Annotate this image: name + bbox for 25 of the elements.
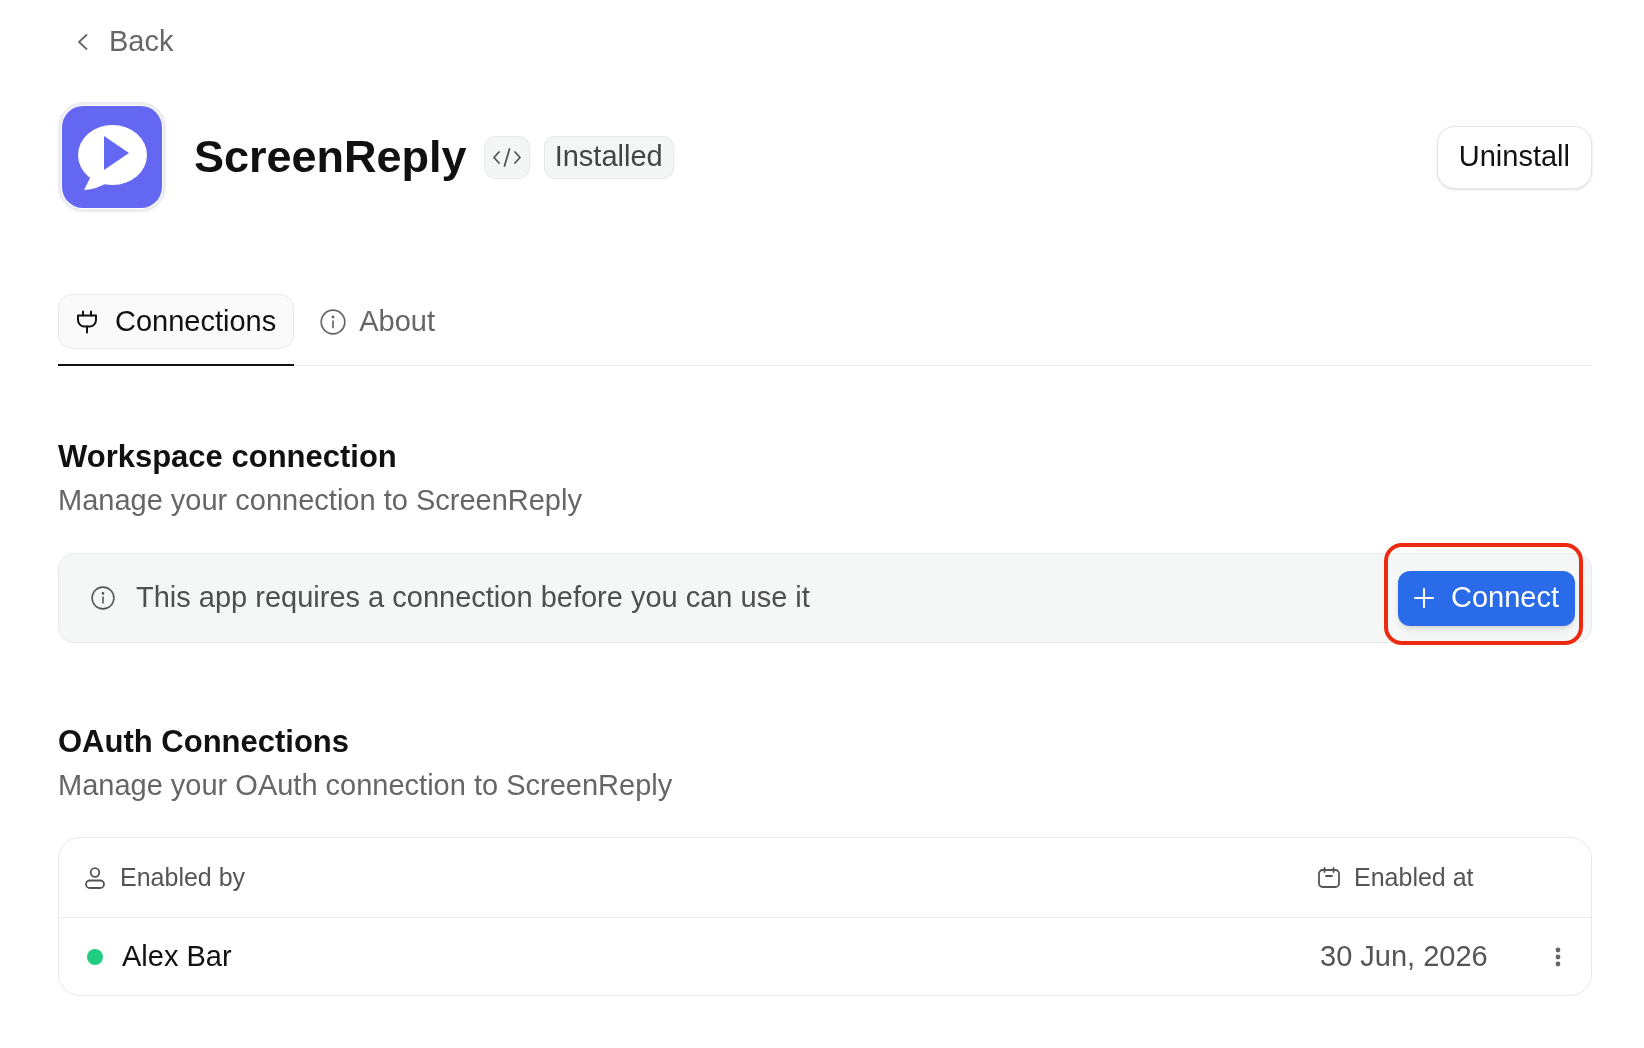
info-icon bbox=[320, 308, 347, 335]
more-icon[interactable] bbox=[1555, 946, 1561, 967]
person-icon bbox=[85, 866, 105, 889]
section-title: OAuth Connections bbox=[58, 723, 350, 761]
back-link[interactable]: Back bbox=[77, 24, 174, 60]
chevron-left-icon bbox=[77, 34, 88, 50]
status-badge: Installed bbox=[543, 135, 674, 179]
calendar-icon bbox=[1318, 867, 1340, 888]
column-header: Enabled at bbox=[1354, 861, 1474, 893]
plus-icon bbox=[1414, 588, 1434, 608]
tab[interactable]: Connections bbox=[58, 294, 295, 349]
connect-button[interactable]: Connect bbox=[1398, 570, 1575, 626]
code-icon bbox=[483, 135, 530, 179]
column-header: Enabled by bbox=[120, 861, 246, 893]
info-icon bbox=[91, 586, 115, 610]
plug-icon bbox=[76, 309, 98, 334]
date-text: 30 Jun, 2026 bbox=[1320, 938, 1488, 974]
notice-text: This app requires a connection before you can use it bbox=[136, 580, 810, 616]
user-name: Alex Bar bbox=[122, 938, 232, 974]
app-title: ScreenReply bbox=[194, 130, 467, 184]
section-subtitle: Manage your OAuth connection to ScreenReply bbox=[58, 768, 673, 803]
section-subtitle: Manage your connection to ScreenReply bbox=[58, 483, 582, 518]
uninstall-button[interactable]: Uninstall bbox=[1436, 125, 1592, 189]
tab[interactable]: About bbox=[302, 294, 453, 349]
section-title: Workspace connection bbox=[58, 438, 397, 476]
